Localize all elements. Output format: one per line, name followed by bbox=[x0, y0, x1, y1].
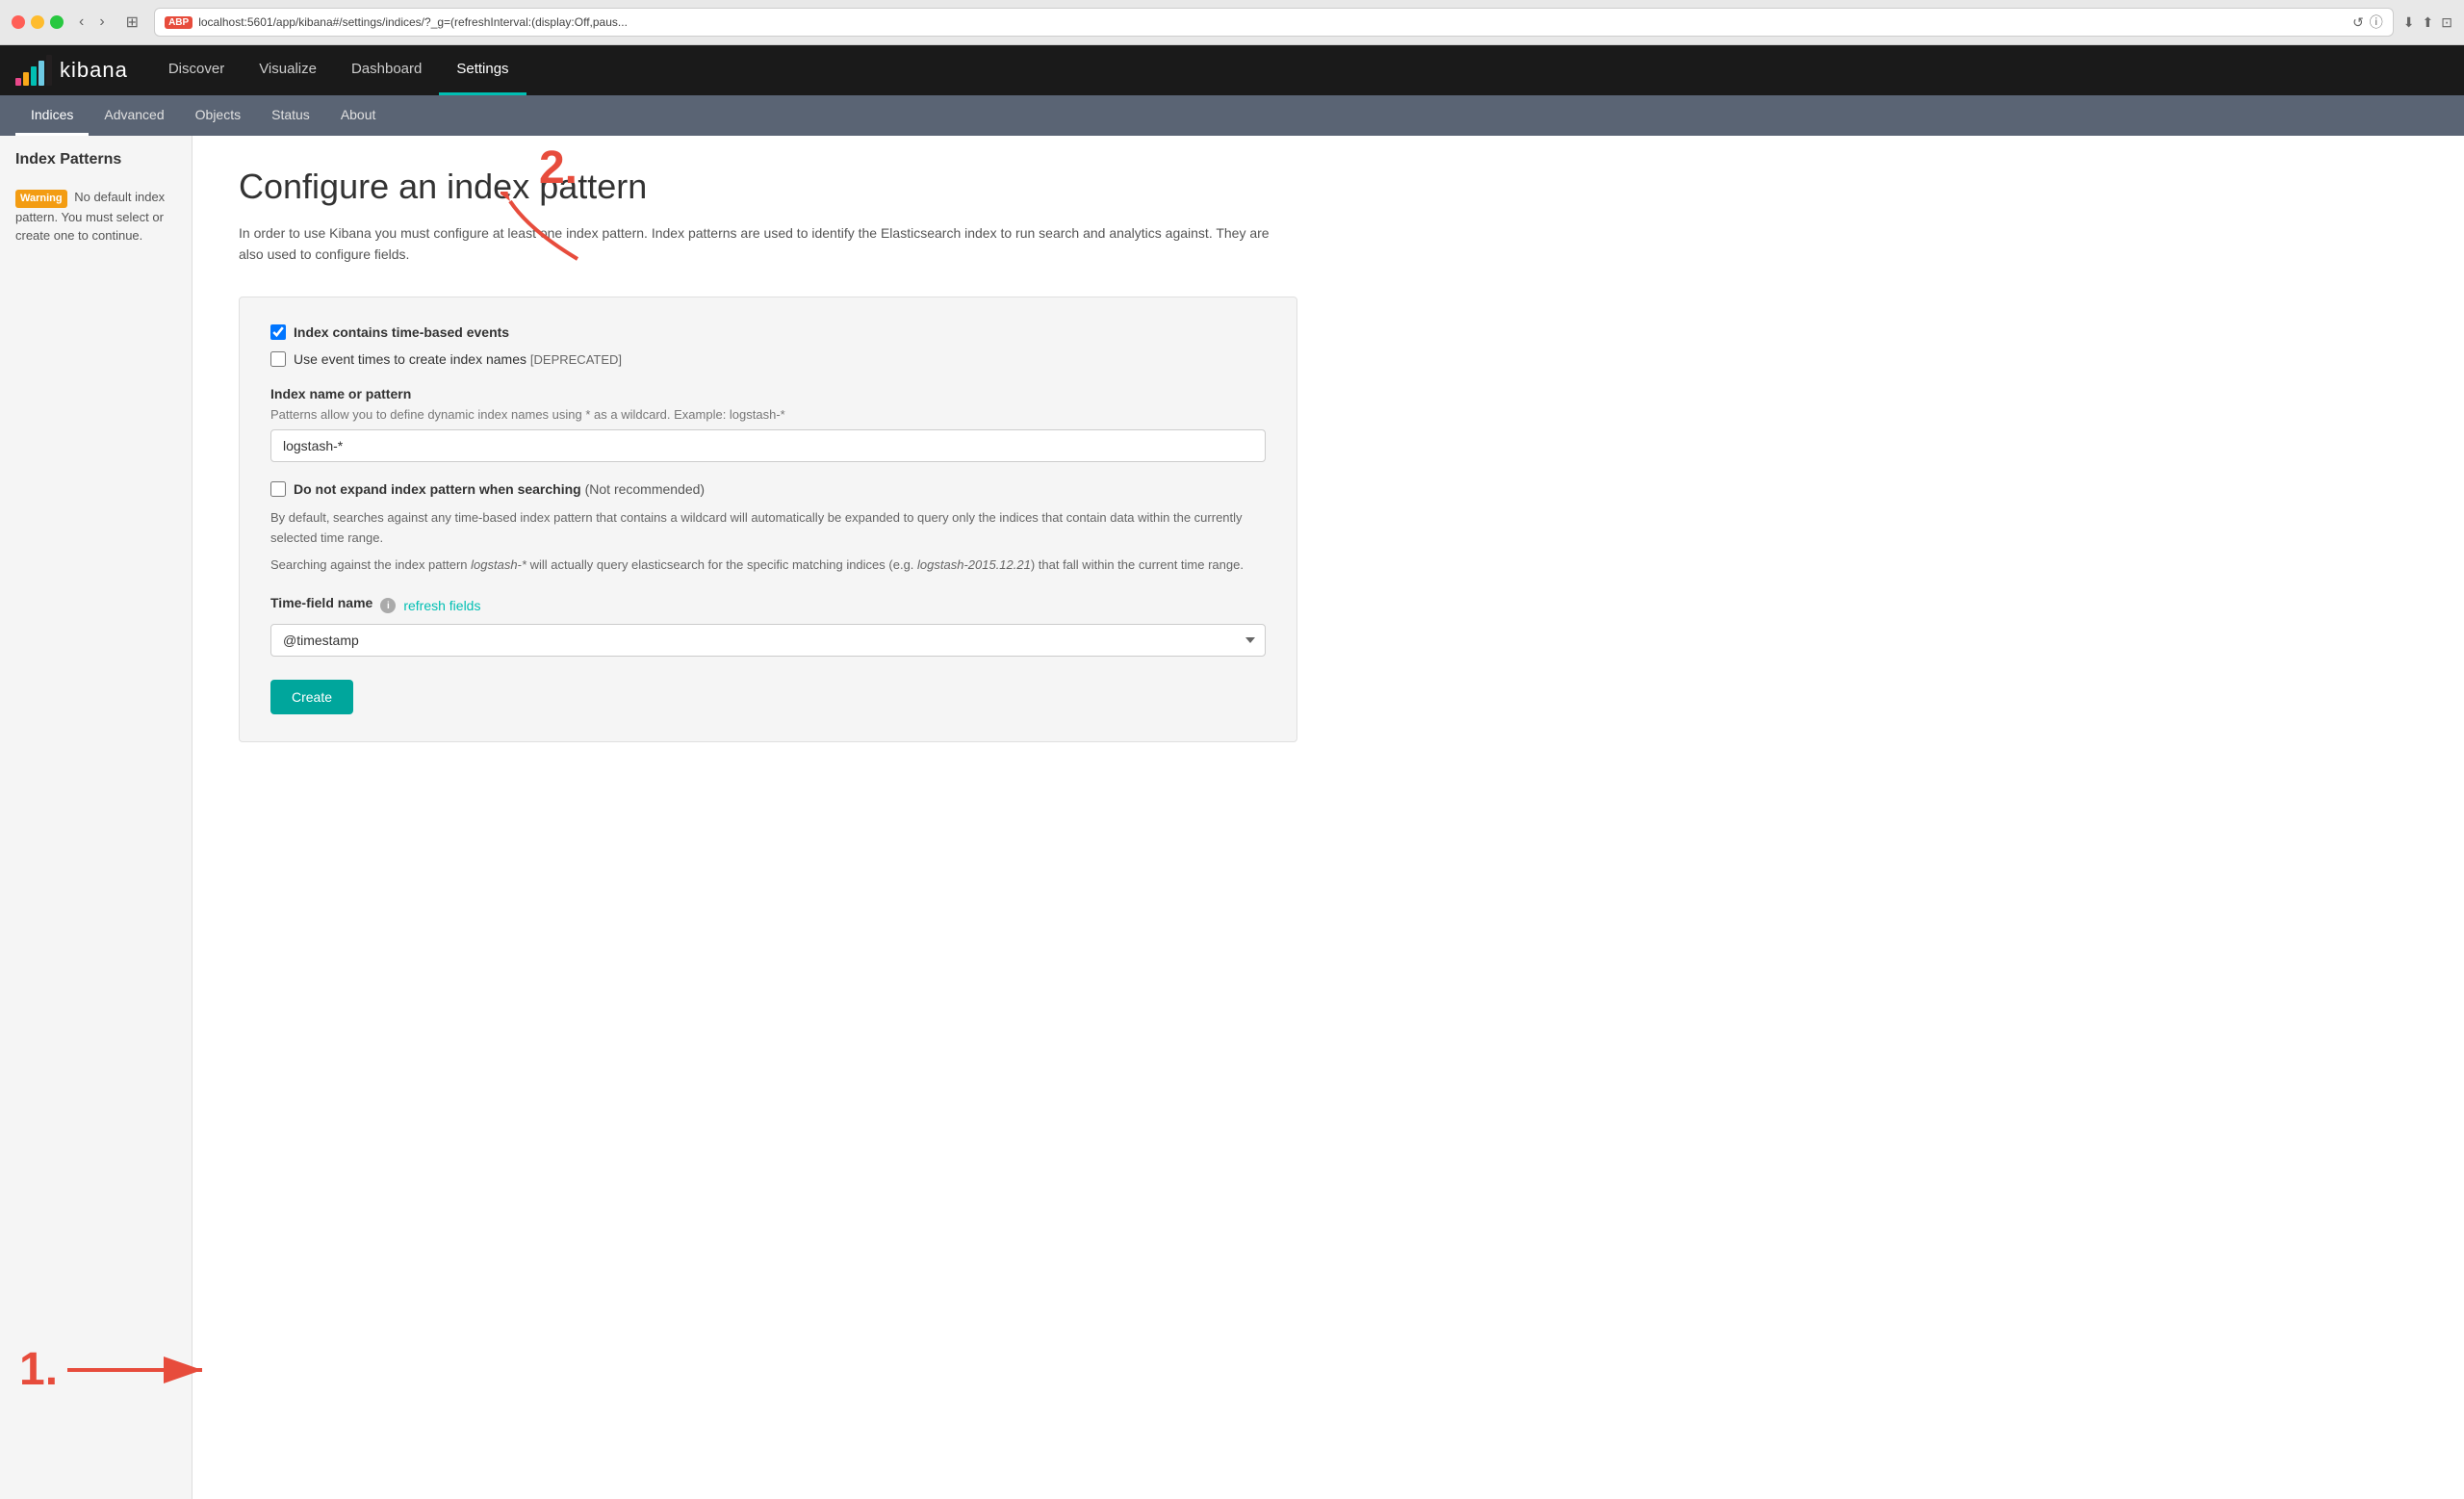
app-bar: kibana Discover Visualize Dashboard Sett… bbox=[0, 45, 2464, 95]
back-button[interactable]: ‹ bbox=[73, 12, 90, 33]
sidebar: Index Patterns Warning No default index … bbox=[0, 136, 192, 1499]
form-panel: Index contains time-based events Use eve… bbox=[239, 297, 1297, 742]
expand-checkbox[interactable] bbox=[270, 481, 286, 497]
time-events-label: Index contains time-based events bbox=[294, 324, 509, 340]
abp-badge: ABP bbox=[165, 16, 192, 29]
index-pattern-input[interactable] bbox=[270, 429, 1266, 462]
create-button[interactable]: Create bbox=[270, 680, 353, 714]
sidebar-warning: Warning No default index pattern. You mu… bbox=[0, 180, 192, 253]
sidebar-toggle-icon[interactable]: ⊡ bbox=[2441, 14, 2452, 31]
nav-settings[interactable]: Settings bbox=[439, 45, 526, 95]
page-description: In order to use Kibana you must configur… bbox=[239, 222, 1297, 266]
main-layout: Index Patterns Warning No default index … bbox=[0, 136, 2464, 1499]
time-field-info-icon[interactable]: i bbox=[380, 598, 396, 613]
time-events-row: Index contains time-based events bbox=[270, 324, 1266, 340]
time-events-checkbox[interactable] bbox=[270, 324, 286, 340]
kibana-logo: kibana bbox=[15, 55, 128, 86]
settings-subnav: Indices Advanced Objects Status About bbox=[0, 95, 2464, 136]
expand-label: Do not expand index pattern when searchi… bbox=[294, 481, 705, 497]
page-refresh-button[interactable]: ↺ bbox=[2352, 14, 2364, 31]
refresh-fields-link[interactable]: refresh fields bbox=[403, 598, 480, 613]
traffic-lights bbox=[12, 15, 64, 29]
minimize-button[interactable] bbox=[31, 15, 44, 29]
tab-overview-button[interactable]: ⊞ bbox=[120, 11, 144, 34]
nav-visualize[interactable]: Visualize bbox=[242, 45, 334, 95]
index-pattern-hint: Patterns allow you to define dynamic ind… bbox=[270, 407, 1266, 422]
expand-desc-2: Searching against the index pattern logs… bbox=[270, 556, 1266, 576]
deprecated-tag: [DEPRECATED] bbox=[530, 352, 622, 367]
page-title: Configure an index pattern bbox=[239, 167, 2418, 207]
logo-bars bbox=[15, 55, 52, 86]
page-info-button[interactable]: ⓘ bbox=[2370, 13, 2383, 32]
time-field-group: Time-field name i refresh fields @timest… bbox=[270, 595, 1266, 657]
kibana-wordmark: kibana bbox=[60, 58, 128, 83]
warning-badge: Warning bbox=[15, 190, 67, 208]
app-nav: Discover Visualize Dashboard Settings bbox=[151, 45, 526, 95]
browser-actions: ⬇ ⬆ ⊡ bbox=[2403, 14, 2452, 31]
index-pattern-group: Index name or pattern Patterns allow you… bbox=[270, 386, 1266, 462]
close-button[interactable] bbox=[12, 15, 25, 29]
expand-desc-1: By default, searches against any time-ba… bbox=[270, 508, 1266, 549]
download-icon[interactable]: ⬇ bbox=[2403, 14, 2415, 31]
maximize-button[interactable] bbox=[50, 15, 64, 29]
event-times-row: Use event times to create index names [D… bbox=[270, 351, 1266, 367]
sidebar-title: Index Patterns bbox=[0, 151, 192, 180]
subnav-about[interactable]: About bbox=[325, 95, 392, 136]
time-field-select[interactable]: @timestamp bbox=[270, 624, 1266, 657]
nav-buttons: ‹ › bbox=[73, 12, 111, 33]
browser-chrome: ‹ › ⊞ ABP localhost:5601/app/kibana#/set… bbox=[0, 0, 2464, 45]
time-field-label: Time-field name bbox=[270, 595, 372, 610]
subnav-status[interactable]: Status bbox=[256, 95, 325, 136]
address-bar[interactable]: ABP localhost:5601/app/kibana#/settings/… bbox=[154, 8, 2394, 37]
forward-button[interactable]: › bbox=[93, 12, 110, 33]
nav-dashboard[interactable]: Dashboard bbox=[334, 45, 439, 95]
subnav-indices[interactable]: Indices bbox=[15, 95, 89, 136]
event-times-checkbox[interactable] bbox=[270, 351, 286, 367]
share-icon[interactable]: ⬆ bbox=[2423, 14, 2434, 31]
content-area: Configure an index pattern In order to u… bbox=[192, 136, 2464, 1499]
index-pattern-label: Index name or pattern bbox=[270, 386, 1266, 401]
url-text: localhost:5601/app/kibana#/settings/indi… bbox=[198, 15, 2347, 29]
expand-row: Do not expand index pattern when searchi… bbox=[270, 481, 1266, 497]
time-field-label-row: Time-field name i refresh fields bbox=[270, 595, 1266, 616]
subnav-objects[interactable]: Objects bbox=[180, 95, 256, 136]
nav-discover[interactable]: Discover bbox=[151, 45, 242, 95]
event-times-label: Use event times to create index names [D… bbox=[294, 351, 622, 367]
subnav-advanced[interactable]: Advanced bbox=[89, 95, 179, 136]
